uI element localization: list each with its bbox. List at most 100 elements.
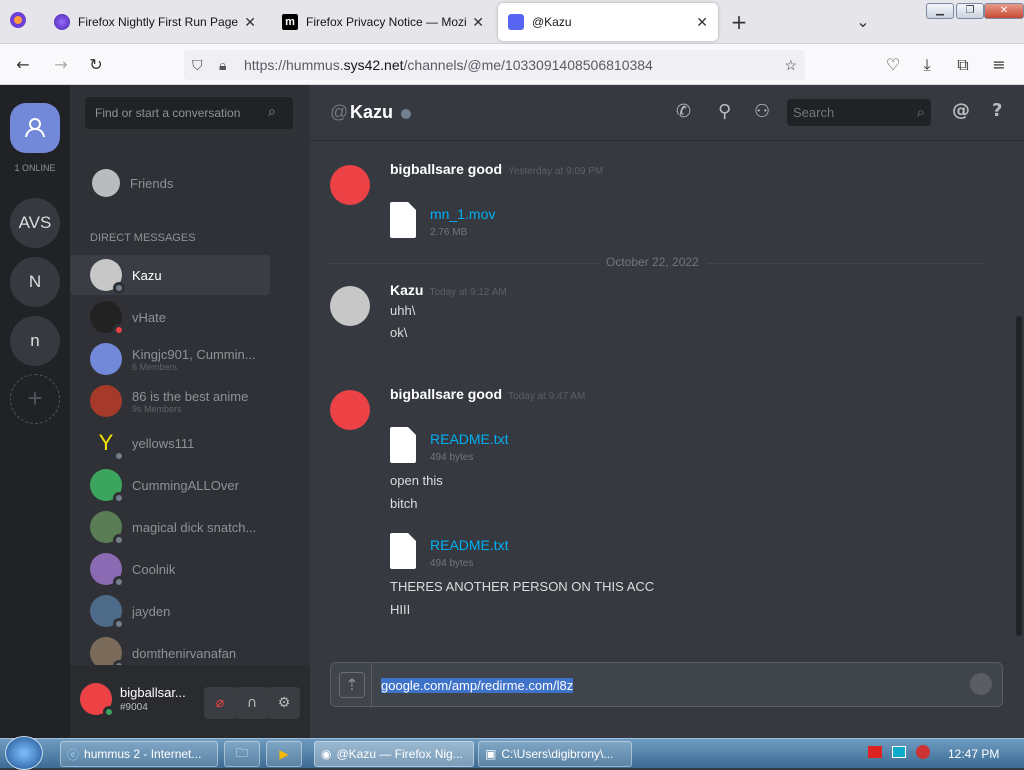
server-avs[interactable]: AVS <box>10 198 60 248</box>
date-label: October 22, 2022 <box>598 255 707 269</box>
tab-label: Firefox Nightly First Run Page <box>78 15 239 29</box>
message-author[interactable]: bigballsare good <box>390 386 502 402</box>
close-tab-icon[interactable]: ✕ <box>696 14 708 31</box>
extensions-icon[interactable]: ⧉ <box>952 54 974 76</box>
back-icon[interactable]: ← <box>12 54 34 76</box>
mute-mic-icon[interactable]: ⌀ <box>204 687 236 719</box>
flag-tray-icon[interactable] <box>868 746 882 758</box>
server-n-lower[interactable]: n <box>10 316 60 366</box>
message-author[interactable]: bigballsare good <box>390 161 502 177</box>
message-timestamp: Today at 9:47 AM <box>508 391 586 402</box>
tab-firefox-first-run[interactable]: Firefox Nightly First Run Page ✕ <box>44 3 266 41</box>
channel-header: @ Kazu ✆ ⚲ ⚇ Search ⌕ @ ? <box>310 85 1024 141</box>
dm-name: magical dick snatch... <box>132 519 257 535</box>
dm-item-jayden[interactable]: jayden <box>70 591 270 631</box>
hamburger-menu-icon[interactable]: ≡ <box>988 54 1010 76</box>
user-avatar[interactable] <box>80 683 115 718</box>
chat-scrollbar[interactable] <box>1016 316 1022 636</box>
headphones-icon[interactable]: ∩ <box>236 687 268 719</box>
close-window-button[interactable]: ✕ <box>984 3 1024 19</box>
group-avatar <box>90 343 122 375</box>
dm-item-yellows111[interactable]: Y yellows111 <box>70 423 270 463</box>
downloads-icon[interactable]: ⤓ <box>916 54 938 76</box>
firefox-menu-icon[interactable] <box>7 11 29 33</box>
mentions-icon[interactable]: @ <box>952 100 970 121</box>
new-tab-icon[interactable]: + <box>728 11 750 33</box>
dm-item-cummingallover[interactable]: CummingALLOver <box>70 465 270 505</box>
message-text: bitch <box>390 496 418 511</box>
user-panel: bigballsar... #9004 ⌀ ∩ ⚙ <box>70 665 310 738</box>
dm-item-group-86[interactable]: 86 is the best anime 9s Members <box>70 381 270 421</box>
dm-name: domthenirvanafan <box>132 645 237 661</box>
friends-link[interactable]: Friends <box>70 163 270 203</box>
bookmark-star-icon[interactable]: ☆ <box>784 50 797 80</box>
add-friend-icon[interactable]: ⚇ <box>754 101 770 122</box>
message-input[interactable] <box>381 673 941 697</box>
pin-icon[interactable]: ⚲ <box>718 101 731 122</box>
avatar <box>90 511 125 546</box>
dm-item-coolnik[interactable]: Coolnik <box>70 549 270 589</box>
file-attachment: README.txt 494 bytes <box>390 427 590 467</box>
volume-tray-icon[interactable] <box>916 745 930 759</box>
list-tabs-icon[interactable]: ⌄ <box>852 11 874 33</box>
forward-icon[interactable]: → <box>50 54 72 76</box>
close-tab-icon[interactable]: ✕ <box>472 14 484 31</box>
find-conversation-input[interactable]: Find or start a conversation <box>85 97 293 129</box>
dm-members: 9s Members <box>132 403 182 414</box>
firefox-nightly-icon <box>54 14 70 30</box>
friends-home-button[interactable] <box>10 103 60 153</box>
avatar <box>90 301 125 336</box>
explorer-icon[interactable]: 🗀︎ <box>224 741 260 767</box>
emoji-icon[interactable] <box>970 673 992 695</box>
lock-icon[interactable]: 🔒︎ <box>219 50 226 80</box>
taskbar-item-firefox[interactable]: ◉ @Kazu — Firefox Nig... <box>314 741 474 767</box>
file-size: 494 bytes <box>430 558 474 569</box>
file-size: 494 bytes <box>430 452 474 463</box>
at-symbol: @ <box>330 102 349 122</box>
call-icon[interactable]: ✆ <box>676 101 691 122</box>
help-icon[interactable]: ? <box>992 100 1002 121</box>
network-tray-icon[interactable] <box>892 746 906 758</box>
discord-default-avatar[interactable] <box>330 390 370 430</box>
dm-item-group-kingjc[interactable]: Kingjc901, Cummin... 6 Members <box>70 339 270 379</box>
avatar <box>90 553 125 588</box>
file-icon <box>390 202 416 238</box>
firefox-icon: ◉ <box>321 747 332 761</box>
online-count: 1 ONLINE <box>14 163 56 173</box>
url-bar[interactable]: ⛉ 🔒︎ https://hummus.sys42.net/channels/@… <box>184 50 805 80</box>
discord-default-avatar[interactable] <box>330 165 370 205</box>
tracking-shield-icon[interactable]: ⛉ <box>192 50 203 80</box>
tab-kazu[interactable]: @Kazu ✕ <box>498 3 718 41</box>
friends-icon <box>92 169 120 197</box>
add-server-button[interactable]: + <box>10 374 60 424</box>
clock[interactable]: 12:47 PM <box>948 747 999 761</box>
tab-privacy-notice[interactable]: m Firefox Privacy Notice — Mozilla ✕ <box>272 3 494 41</box>
taskbar-item-cmd[interactable]: ▣ C:\Users\digibrony\... <box>478 741 632 767</box>
dm-item-kazu[interactable]: Kazu <box>70 255 270 295</box>
tab-label: @Kazu <box>532 15 572 29</box>
settings-gear-icon[interactable]: ⚙ <box>268 687 300 719</box>
dm-item-vhate[interactable]: vHate <box>70 297 270 337</box>
pocket-icon[interactable]: ♡ <box>882 54 904 76</box>
message-author[interactable]: Kazu <box>390 282 423 298</box>
start-button[interactable] <box>5 736 43 770</box>
username: bigballsar... <box>120 685 186 700</box>
message-text: ok\ <box>390 325 408 340</box>
file-link[interactable]: mn_1.mov <box>430 206 495 222</box>
file-link[interactable]: README.txt <box>430 431 509 447</box>
taskbar-label: @Kazu — Firefox Nig... <box>336 747 463 761</box>
header-search-input[interactable]: Search ⌕ <box>787 99 931 126</box>
close-tab-icon[interactable]: ✕ <box>244 14 256 31</box>
status-offline-icon <box>401 109 411 119</box>
taskbar-item-ie[interactable]: ⓔ hummus 2 - Internet... <box>60 741 218 767</box>
status-offline-icon <box>113 618 125 630</box>
minimize-window-button[interactable]: ▁ <box>926 3 954 19</box>
kazu-avatar[interactable] <box>330 286 370 326</box>
media-player-icon[interactable]: ▶ <box>266 741 302 767</box>
file-link[interactable]: README.txt <box>430 537 509 553</box>
dm-item-magical[interactable]: magical dick snatch... <box>70 507 270 547</box>
server-n-upper[interactable]: N <box>10 257 60 307</box>
upload-icon[interactable]: ⇡ <box>339 672 365 698</box>
reload-icon[interactable]: ↻ <box>85 54 107 76</box>
restore-window-button[interactable]: ❐ <box>956 3 984 19</box>
